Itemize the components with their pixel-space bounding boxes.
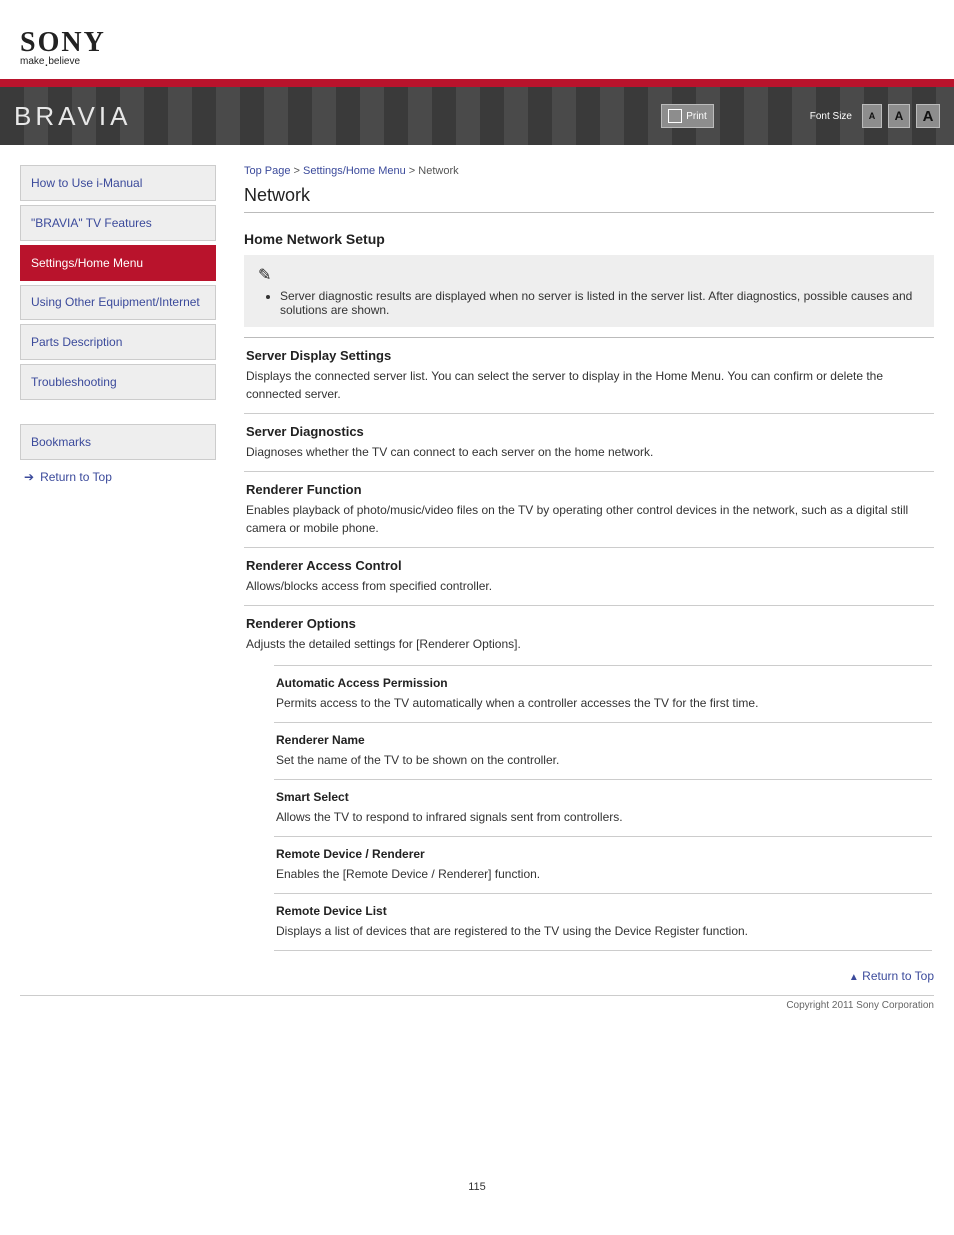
- print-icon: [668, 109, 682, 123]
- sub-name: Remote Device / Renderer: [276, 847, 930, 861]
- setting-desc: Enables playback of photo/music/video fi…: [246, 501, 932, 537]
- breadcrumb-sep: >: [290, 165, 303, 177]
- arrow-right-icon: ➔: [24, 470, 34, 484]
- page-number: 115: [0, 1181, 954, 1213]
- sidebar-item-settings[interactable]: Settings/Home Menu: [20, 245, 216, 281]
- font-size-medium[interactable]: A: [888, 104, 910, 128]
- breadcrumb-sep2: >: [406, 165, 419, 177]
- sub-renderer-name: Renderer Name Set the name of the TV to …: [274, 722, 932, 779]
- setting-server-diagnostics: Server Diagnostics Diagnoses whether the…: [244, 413, 934, 471]
- sub-desc: Permits access to the TV automatically w…: [276, 694, 930, 712]
- chevron-up-icon: ▲: [849, 972, 859, 983]
- setting-name: Renderer Options: [246, 616, 932, 631]
- tagline-a: make: [20, 56, 44, 67]
- sub-remote-device-list: Remote Device List Displays a list of de…: [274, 893, 932, 950]
- print-button[interactable]: Print: [661, 104, 714, 128]
- breadcrumb-current: Network: [418, 165, 458, 177]
- header-bar: BRAVIA Print Font Size A A A: [0, 79, 954, 145]
- setting-name: Renderer Function: [246, 482, 932, 497]
- sidebar-item-troubleshooting[interactable]: Troubleshooting: [20, 364, 216, 400]
- return-to-top-label: Return to Top: [40, 470, 112, 484]
- font-size-large[interactable]: A: [916, 104, 940, 128]
- sub-smart-select: Smart Select Allows the TV to respond to…: [274, 779, 932, 836]
- notice-box: ✎ Server diagnostic results are displaye…: [244, 255, 934, 327]
- sub-name: Automatic Access Permission: [276, 676, 930, 690]
- setting-renderer-access: Renderer Access Control Allows/blocks ac…: [244, 547, 934, 605]
- main-content: Top Page > Settings/Home Menu > Network …: [244, 165, 934, 995]
- note-icon: ✎: [258, 265, 271, 285]
- logo-area: SONY make.believe: [0, 10, 954, 79]
- return-to-top[interactable]: ▲ Return to Top: [244, 961, 934, 995]
- breadcrumb-top[interactable]: Top Page: [244, 165, 290, 177]
- copyright: Copyright 2011 Sony Corporation: [0, 996, 954, 1011]
- notice-text: Server diagnostic results are displayed …: [280, 289, 920, 317]
- font-size-small[interactable]: A: [862, 104, 882, 128]
- setting-desc: Allows/blocks access from specified cont…: [246, 577, 932, 595]
- sidebar: How to Use i-Manual "BRAVIA" TV Features…: [20, 165, 216, 490]
- page-title: Network: [244, 185, 934, 213]
- setting-desc: Adjusts the detailed settings for [Rende…: [246, 635, 932, 653]
- sub-desc: Set the name of the TV to be shown on th…: [276, 751, 930, 769]
- bravia-brand: BRAVIA: [14, 101, 131, 132]
- setting-server-display: Server Display Settings Displays the con…: [244, 337, 934, 413]
- setting-renderer-options: Renderer Options Adjusts the detailed se…: [244, 605, 934, 961]
- sub-desc: Allows the TV to respond to infrared sig…: [276, 808, 930, 826]
- section-heading: Home Network Setup: [244, 231, 934, 247]
- setting-desc: Diagnoses whether the TV can connect to …: [246, 443, 932, 461]
- return-to-top-sidebar[interactable]: ➔ Return to Top: [20, 464, 216, 490]
- sub-auto-access: Automatic Access Permission Permits acce…: [274, 665, 932, 722]
- sidebar-item-how-to-use[interactable]: How to Use i-Manual: [20, 165, 216, 201]
- sidebar-item-bookmarks[interactable]: Bookmarks: [20, 424, 216, 460]
- setting-desc: Displays the connected server list. You …: [246, 367, 932, 403]
- sub-desc: Displays a list of devices that are regi…: [276, 922, 930, 940]
- sony-logo: SONY: [20, 30, 954, 55]
- breadcrumb: Top Page > Settings/Home Menu > Network: [244, 165, 934, 177]
- sub-settings: Automatic Access Permission Permits acce…: [274, 665, 932, 951]
- setting-name: Server Diagnostics: [246, 424, 932, 439]
- sidebar-item-other-equipment[interactable]: Using Other Equipment/Internet: [20, 285, 216, 320]
- sony-tagline: make.believe: [20, 53, 954, 69]
- setting-name: Renderer Access Control: [246, 558, 932, 573]
- breadcrumb-cat[interactable]: Settings/Home Menu: [303, 165, 406, 177]
- font-size-label: Font Size: [810, 111, 852, 122]
- sub-name: Remote Device List: [276, 904, 930, 918]
- sidebar-item-parts[interactable]: Parts Description: [20, 324, 216, 360]
- print-label: Print: [686, 111, 707, 122]
- setting-renderer-function: Renderer Function Enables playback of ph…: [244, 471, 934, 547]
- sub-name: Renderer Name: [276, 733, 930, 747]
- tagline-b: believe: [48, 56, 80, 67]
- sub-remote-device-renderer: Remote Device / Renderer Enables the [Re…: [274, 836, 932, 893]
- header-tools: Print Font Size A A A: [661, 104, 940, 128]
- sub-name: Smart Select: [276, 790, 930, 804]
- sidebar-item-features[interactable]: "BRAVIA" TV Features: [20, 205, 216, 241]
- setting-name: Server Display Settings: [246, 348, 932, 363]
- return-to-top-label[interactable]: Return to Top: [862, 969, 934, 983]
- sub-desc: Enables the [Remote Device / Renderer] f…: [276, 865, 930, 883]
